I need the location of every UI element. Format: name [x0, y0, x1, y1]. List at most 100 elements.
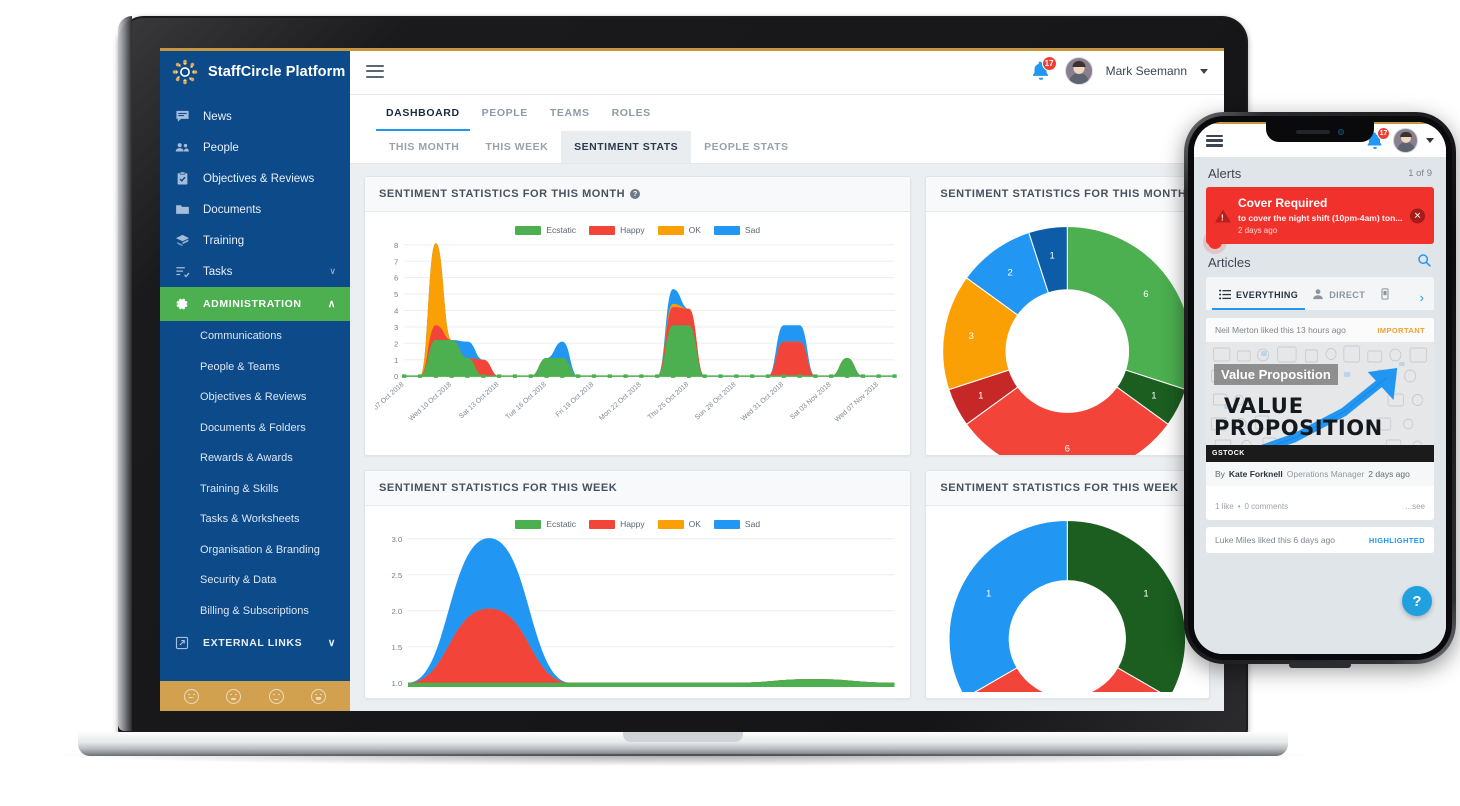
- article-meta: Neil Merton liked this 13 hours ago IMPO…: [1206, 318, 1434, 342]
- sidebar-item-documents[interactable]: Documents: [160, 194, 350, 225]
- mood-neutral-icon[interactable]: [226, 688, 242, 704]
- article-card[interactable]: Neil Merton liked this 13 hours ago IMPO…: [1206, 318, 1434, 520]
- sidebar-item-label: Tasks: [203, 265, 233, 278]
- staffcircle-logo-icon: [172, 59, 198, 85]
- article-author-role: Operations Manager: [1286, 469, 1365, 479]
- legend-item-sad: Sad: [713, 519, 760, 529]
- unread-dot-indicator: [1208, 235, 1222, 249]
- close-icon[interactable]: ✕: [1410, 208, 1425, 223]
- hamburger-icon[interactable]: [366, 64, 384, 78]
- card-header: SENTIMENT STATISTICS FOR THIS MONTH ?: [365, 177, 911, 212]
- card-month-sentiment-area: SENTIMENT STATISTICS FOR THIS MONTH ? Ec…: [364, 176, 912, 457]
- sidebar-subitem-rewards-awards[interactable]: Rewards & Awards: [160, 443, 350, 474]
- sidebar-subitem-communications[interactable]: Communications: [160, 321, 350, 352]
- chevron-down-icon: ∨: [327, 637, 336, 649]
- help-icon[interactable]: ?: [1402, 586, 1432, 616]
- chevron-up-icon: ∧: [327, 298, 336, 310]
- svg-text:Tue 16 Oct 2018: Tue 16 Oct 2018: [505, 381, 548, 421]
- clipboard-check-icon: [174, 171, 190, 187]
- svg-text:6: 6: [394, 274, 398, 283]
- warning-triangle-icon: [1215, 209, 1231, 222]
- sidebar-subitem-organisation-branding[interactable]: Organisation & Branding: [160, 535, 350, 566]
- legend-item-ecstatic: Ecstatic: [515, 519, 576, 529]
- card-body: 6 1 6 1 3 2 1: [926, 212, 1209, 456]
- phone-notification-badge: 17: [1377, 126, 1390, 140]
- laptop-base-notch: [623, 732, 743, 742]
- article-image-watermark: GSTOCK: [1212, 450, 1245, 457]
- sidebar-admin-submenu: Communications People & Teams Objectives…: [160, 321, 350, 626]
- article-engagement: 1 like • 0 comments ...see: [1206, 486, 1434, 520]
- phone-camera: [1338, 129, 1344, 135]
- article-author[interactable]: Kate Forknell: [1229, 469, 1283, 479]
- tab-roles[interactable]: ROLES: [602, 95, 661, 131]
- document-icon: [1379, 288, 1391, 302]
- legend-item-ok: OK: [657, 519, 701, 529]
- tab-everything[interactable]: EVERYTHING: [1212, 285, 1306, 310]
- sidebar-subitem-people-teams[interactable]: People & Teams: [160, 352, 350, 383]
- svg-text:1: 1: [394, 356, 398, 365]
- article-see-more[interactable]: ...see: [1405, 502, 1425, 511]
- alert-card[interactable]: Cover Required to cover the night shift …: [1206, 187, 1434, 244]
- tab-dashboard[interactable]: DASHBOARD: [376, 95, 470, 131]
- people-icon: [174, 140, 190, 156]
- chevron-down-icon[interactable]: [1426, 138, 1434, 143]
- tab-sentiment-stats[interactable]: SENTIMENT STATS: [561, 131, 692, 163]
- byline-prefix: By: [1215, 469, 1225, 479]
- article-time: 2 days ago: [1368, 469, 1410, 479]
- mood-grin-icon[interactable]: [311, 688, 327, 704]
- tab-this-week[interactable]: THIS WEEK: [472, 131, 561, 163]
- sidebar-subitem-security-data[interactable]: Security & Data: [160, 565, 350, 596]
- gear-icon: [174, 296, 190, 312]
- help-icon[interactable]: ?: [630, 189, 641, 199]
- notification-bell[interactable]: 17: [1030, 56, 1057, 82]
- tab-teams[interactable]: TEAMS: [540, 95, 600, 131]
- sidebar-item-people[interactable]: People: [160, 132, 350, 163]
- chart-legend: Ecstatic Happy OK Sad: [375, 225, 900, 235]
- chevron-down-icon[interactable]: [1200, 68, 1208, 74]
- phone-screen: 17 Alerts 1 of 9 Cover Required to cover…: [1194, 122, 1446, 654]
- svg-text:0: 0: [394, 372, 399, 381]
- articles-title: Articles: [1208, 254, 1251, 270]
- mood-smile-icon[interactable]: [268, 688, 284, 704]
- sidebar-item-objectives-reviews[interactable]: Objectives & Reviews: [160, 163, 350, 194]
- brand[interactable]: StaffCircle Platform: [160, 48, 350, 95]
- svg-text:Mon 22 Oct 2018: Mon 22 Oct 2018: [598, 381, 643, 422]
- alerts-section-header: Alerts 1 of 9: [1194, 157, 1446, 187]
- tasks-icon: [174, 264, 190, 280]
- phone-avatar[interactable]: [1393, 128, 1418, 153]
- sidebar-subitem-objectives-reviews[interactable]: Objectives & Reviews: [160, 382, 350, 413]
- mood-sad-icon[interactable]: [183, 688, 199, 704]
- tab-people[interactable]: PEOPLE: [472, 95, 538, 131]
- sidebar-item-training[interactable]: Training: [160, 225, 350, 256]
- sidebar-item-label: Training: [203, 234, 245, 247]
- sidebar-subitem-training-skills[interactable]: Training & Skills: [160, 474, 350, 505]
- folder-icon: [174, 202, 190, 218]
- sidebar-subitem-tasks-worksheets[interactable]: Tasks & Worksheets: [160, 504, 350, 535]
- laptop-device: StaffCircle Platform News People Objecti…: [60, 16, 1306, 766]
- avatar[interactable]: [1064, 57, 1093, 85]
- card-body: Ecstatic Happy OK Sad 1.0 1.5 2.0 2.5 3.0: [365, 506, 910, 691]
- hamburger-icon[interactable]: [1206, 134, 1223, 147]
- chevron-right-icon[interactable]: ›: [1420, 290, 1428, 305]
- search-icon[interactable]: [1417, 253, 1432, 271]
- sidebar-item-external-links[interactable]: EXTERNAL LINKS ∨: [160, 626, 350, 660]
- card-title: SENTIMENT STATISTICS FOR THIS MONTH: [379, 188, 626, 200]
- alert-subtitle: to cover the night shift (10pm-4am) ton.…: [1238, 213, 1403, 223]
- legend-item-happy: Happy: [589, 519, 645, 529]
- tab-direct[interactable]: DIRECT: [1305, 284, 1372, 310]
- article-card-2[interactable]: Luke Miles liked this 6 days ago HIGHLIG…: [1206, 527, 1434, 553]
- sidebar-item-news[interactable]: News: [160, 101, 350, 132]
- sub-tabs: THIS MONTH THIS WEEK SENTIMENT STATS PEO…: [350, 131, 1224, 164]
- sidebar-subitem-documents-folders[interactable]: Documents & Folders: [160, 413, 350, 444]
- sidebar-item-administration[interactable]: ADMINISTRATION ∧: [160, 287, 350, 321]
- svg-text:Wed 10 Oct 2018: Wed 10 Oct 2018: [408, 381, 453, 423]
- tab-label: EVERYTHING: [1236, 290, 1299, 300]
- sidebar-nav: News People Objectives & Reviews Documen…: [160, 95, 350, 287]
- article-liked-by: Neil Merton liked this 13 hours ago: [1215, 325, 1346, 335]
- brand-name: StaffCircle Platform: [208, 63, 346, 80]
- tab-documents[interactable]: [1372, 284, 1398, 310]
- tab-people-stats[interactable]: PEOPLE STATS: [691, 131, 801, 163]
- sidebar-subitem-billing-subscriptions[interactable]: Billing & Subscriptions: [160, 596, 350, 627]
- sidebar-item-tasks[interactable]: Tasks ∨: [160, 256, 350, 287]
- tab-this-month[interactable]: THIS MONTH: [376, 131, 472, 163]
